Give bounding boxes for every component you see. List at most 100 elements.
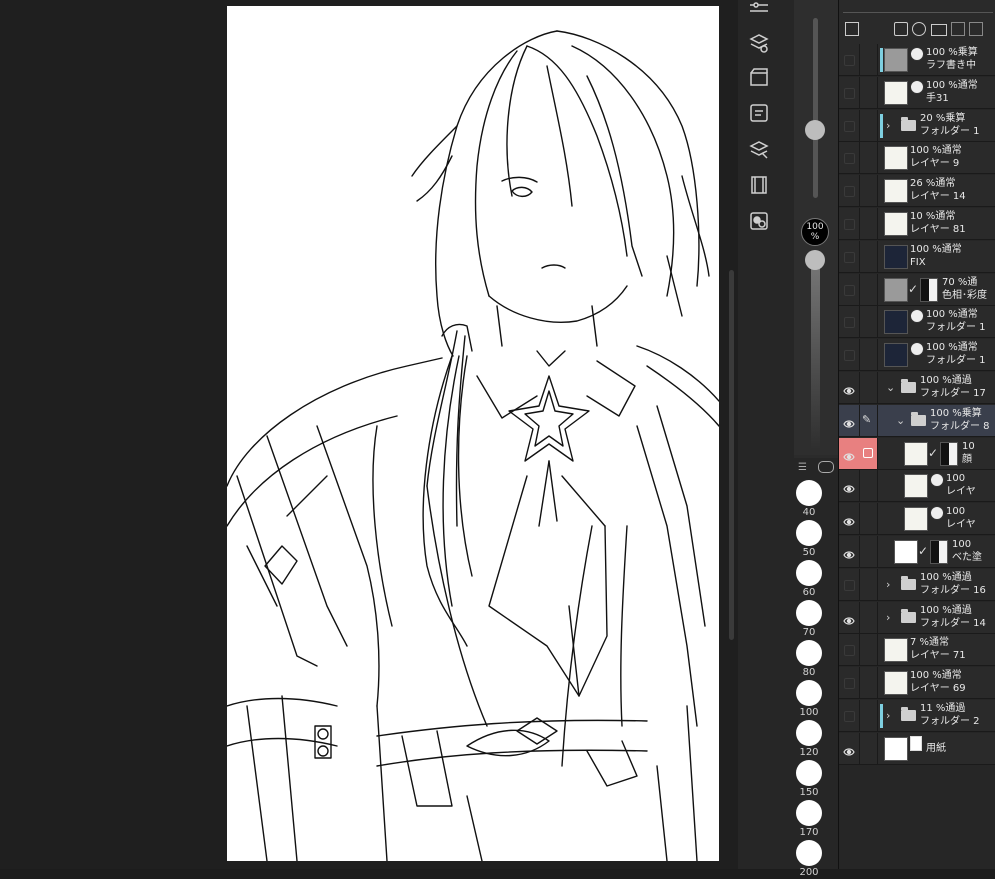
layer-visibility-toggle[interactable]: [839, 404, 860, 436]
folder-expand-icon[interactable]: ›: [886, 709, 890, 722]
layer-visibility-toggle[interactable]: [839, 273, 860, 305]
layer-visibility-toggle[interactable]: [839, 339, 860, 371]
layer-row[interactable]: 100 %通常 手31: [839, 76, 995, 109]
layer-edit-toggle[interactable]: [859, 667, 878, 699]
clapperboard-icon[interactable]: [748, 66, 770, 88]
mask-layer-icon[interactable]: [951, 22, 965, 36]
layer-visibility-toggle[interactable]: [839, 634, 860, 666]
opacity-track-upper[interactable]: [813, 18, 818, 198]
brush-size-item[interactable]: 40: [794, 480, 824, 519]
layer-row[interactable]: ✓ 100 べた塗: [839, 536, 995, 568]
layer-edit-toggle[interactable]: [859, 732, 878, 764]
layer-visibility-toggle[interactable]: [839, 76, 860, 108]
link-icon[interactable]: [818, 461, 834, 473]
layer-row[interactable]: 100 レイヤ: [839, 503, 995, 536]
layer-edit-toggle[interactable]: [859, 470, 878, 502]
layer-settings-icon[interactable]: [845, 22, 859, 36]
layer-row[interactable]: › 11 %通過 フォルダー 2: [839, 700, 995, 732]
layer-edit-toggle[interactable]: ✎: [859, 404, 878, 436]
layer-row[interactable]: › 100 %通過 フォルダー 16: [839, 568, 995, 601]
layer-stack-icon[interactable]: [748, 32, 770, 54]
layer-row[interactable]: ⌄ 100 %通過 フォルダー 17: [839, 372, 995, 404]
folder-expand-icon[interactable]: ›: [886, 611, 890, 624]
layer-edit-toggle[interactable]: [859, 700, 878, 731]
layer-visibility-toggle[interactable]: [839, 470, 860, 502]
layer-row[interactable]: 100 %通常 フォルダー 1: [839, 306, 995, 339]
canvas-vertical-scrollbar[interactable]: [729, 270, 734, 640]
layer-row[interactable]: 100 %通常 FIX: [839, 240, 995, 273]
brush-size-item[interactable]: 200: [794, 840, 824, 879]
layer-edit-toggle[interactable]: [859, 76, 878, 108]
layer-visibility-toggle[interactable]: [839, 667, 860, 699]
color-set-icon[interactable]: [748, 210, 770, 232]
layer-row[interactable]: 100 %通常 レイヤー 9: [839, 142, 995, 175]
layer-edit-toggle[interactable]: [859, 339, 878, 371]
brush-size-item[interactable]: 100: [794, 680, 824, 719]
layer-row[interactable]: › 20 %乗算 フォルダー 1: [839, 109, 995, 142]
navigator-icon[interactable]: [748, 102, 770, 124]
layer-edit-toggle[interactable]: [859, 142, 878, 174]
layer-row[interactable]: › 100 %通過 フォルダー 14: [839, 601, 995, 634]
layer-row[interactable]: 100 レイヤ: [839, 470, 995, 503]
layer-edit-toggle[interactable]: [859, 273, 878, 305]
layer-visibility-toggle[interactable]: [839, 601, 860, 633]
layer-edit-toggle[interactable]: [859, 208, 878, 239]
brush-size-item[interactable]: 60: [794, 560, 824, 599]
layer-visibility-toggle[interactable]: [839, 437, 860, 469]
film-strip-icon[interactable]: [748, 174, 770, 196]
layer-row[interactable]: 100 %乗算 ラフ書き中: [839, 44, 995, 76]
layer-visibility-toggle[interactable]: [839, 372, 860, 403]
layer-row[interactable]: ✓ 70 %通 色相･彩度: [839, 273, 995, 306]
layer-row[interactable]: 7 %通常 レイヤー 71: [839, 634, 995, 667]
layer-visibility-toggle[interactable]: [839, 568, 860, 600]
opacity-track-lower[interactable]: [811, 260, 820, 450]
layer-property-icon[interactable]: [748, 138, 770, 160]
layer-visibility-toggle[interactable]: [839, 44, 860, 75]
brush-size-item[interactable]: 80: [794, 640, 824, 679]
canvas-paper[interactable]: [227, 6, 719, 861]
brush-size-item[interactable]: 150: [794, 760, 824, 799]
new-folder-icon[interactable]: [931, 24, 947, 36]
layer-visibility-toggle[interactable]: [839, 175, 860, 207]
layer-edit-toggle[interactable]: [859, 372, 878, 403]
layer-edit-toggle[interactable]: [859, 44, 878, 75]
layer-row[interactable]: 用紙: [839, 732, 995, 765]
layer-edit-toggle[interactable]: [859, 536, 878, 567]
new-vector-layer-icon[interactable]: [912, 22, 926, 36]
layer-row[interactable]: 26 %通常 レイヤー 14: [839, 175, 995, 208]
top-tools-icons[interactable]: [843, 2, 993, 13]
layer-edit-toggle[interactable]: [859, 109, 878, 141]
layer-visibility-toggle[interactable]: [839, 536, 860, 567]
menu-icon[interactable]: ☰: [798, 462, 807, 473]
layer-visibility-toggle[interactable]: [839, 208, 860, 239]
brush-size-item[interactable]: 170: [794, 800, 824, 839]
brush-size-item[interactable]: 70: [794, 600, 824, 639]
layer-edit-toggle[interactable]: [859, 568, 878, 600]
layer-row[interactable]: 100 %通常 フォルダー 1: [839, 339, 995, 372]
clip-layer-icon[interactable]: [969, 22, 983, 36]
layer-edit-toggle[interactable]: [859, 240, 878, 272]
layer-visibility-toggle[interactable]: [839, 732, 860, 764]
layer-edit-toggle[interactable]: [859, 437, 878, 469]
layer-row[interactable]: 10 %通常 レイヤー 81: [839, 208, 995, 240]
new-raster-layer-icon[interactable]: [894, 22, 908, 36]
canvas-area[interactable]: [0, 0, 738, 869]
layer-visibility-toggle[interactable]: [839, 700, 860, 731]
folder-expand-icon[interactable]: ›: [886, 119, 890, 132]
brush-size-item[interactable]: 120: [794, 720, 824, 759]
layer-edit-toggle[interactable]: [859, 503, 878, 535]
folder-expand-icon[interactable]: ⌄: [896, 414, 905, 427]
layer-visibility-toggle[interactable]: [839, 142, 860, 174]
layer-edit-toggle[interactable]: [859, 306, 878, 338]
folder-expand-icon[interactable]: ⌄: [886, 381, 895, 394]
layer-visibility-toggle[interactable]: [839, 503, 860, 535]
layer-edit-toggle[interactable]: [859, 634, 878, 666]
layer-visibility-toggle[interactable]: [839, 306, 860, 338]
layer-edit-toggle[interactable]: [859, 601, 878, 633]
layer-edit-toggle[interactable]: [859, 175, 878, 207]
opacity-slider-knob[interactable]: [805, 120, 825, 140]
layer-row[interactable]: 100 %通常 レイヤー 69: [839, 667, 995, 700]
brush-size-item[interactable]: 50: [794, 520, 824, 559]
layer-row[interactable]: ✎ ⌄ 100 %乗算 フォルダー 8: [839, 404, 995, 437]
folder-expand-icon[interactable]: ›: [886, 578, 890, 591]
